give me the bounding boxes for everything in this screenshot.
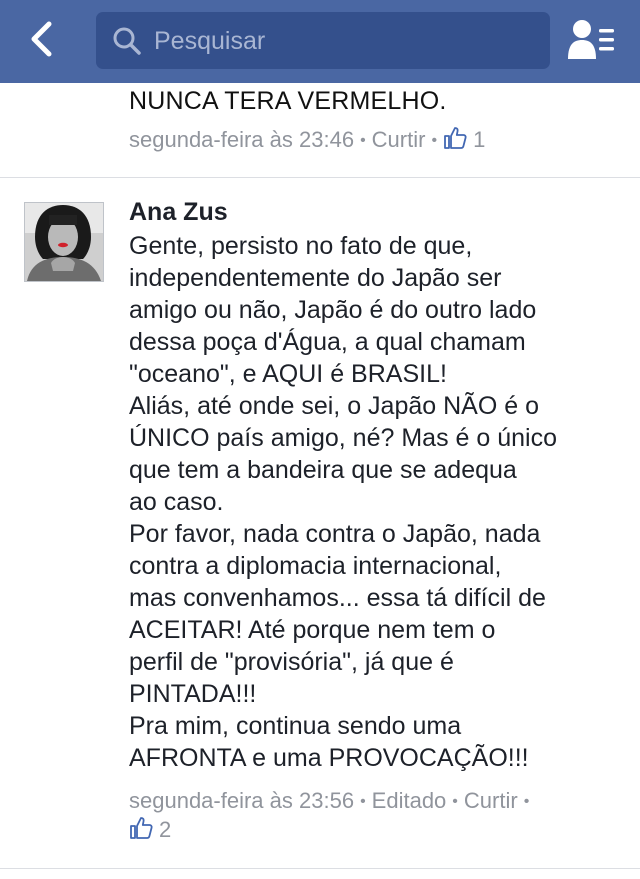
search-icon bbox=[113, 27, 141, 55]
top-navigation-bar bbox=[0, 0, 640, 83]
profile-photo bbox=[25, 203, 103, 281]
chevron-left-icon[interactable] bbox=[22, 18, 66, 62]
like-count[interactable]: 1 bbox=[473, 127, 485, 152]
previous-comment-meta: segunda-feira às 23:46 • Curtir • 1 bbox=[129, 126, 485, 153]
comment-timestamp[interactable]: segunda-feira às 23:46 bbox=[129, 127, 354, 152]
previous-comment-text: NUNCA TERA VERMELHO. bbox=[129, 87, 447, 115]
comment-line: que tem a bandeira que se adequa bbox=[129, 456, 517, 484]
comment-line: dessa poça d'Água, a qual chamam bbox=[129, 328, 526, 356]
like-button[interactable]: Curtir bbox=[464, 788, 518, 813]
comment-line: ao caso. bbox=[129, 488, 224, 516]
comment-body: Gente, persisto no fato de que, independ… bbox=[129, 230, 624, 774]
avatar[interactable] bbox=[24, 202, 104, 282]
comment-likes: 2 bbox=[129, 816, 171, 843]
comment-line: contra a diplomacia internacional, bbox=[129, 552, 502, 580]
comment-line: perfil de "provisória", já que é bbox=[129, 648, 454, 676]
like-button[interactable]: Curtir bbox=[372, 127, 426, 152]
search-box[interactable] bbox=[96, 12, 550, 69]
comment-line: PINTADA!!! bbox=[129, 680, 257, 708]
comment-line: Por favor, nada contra o Japão, nada bbox=[129, 520, 541, 548]
comment-line: Pra mim, continua sendo uma bbox=[129, 712, 462, 740]
comment-meta: segunda-feira às 23:56 • Editado • Curtir • bbox=[129, 788, 535, 814]
comment-line: independentemente do Japão ser bbox=[129, 264, 502, 292]
thumbs-up-icon[interactable] bbox=[129, 816, 153, 840]
previous-comment: NUNCA TERA VERMELHO. segunda-feira às 23… bbox=[0, 83, 640, 178]
comment-line: Gente, persisto no fato de que, bbox=[129, 232, 473, 260]
friend-requests-icon[interactable] bbox=[566, 17, 616, 63]
comment: Ana Zus Gente, persisto no fato de que, … bbox=[0, 178, 640, 869]
comment-timestamp[interactable]: segunda-feira às 23:56 bbox=[129, 788, 354, 813]
comment-line: Aliás, até onde sei, o Japão NÃO é o bbox=[129, 392, 539, 420]
comment-line: "oceano", e AQUI é BRASIL! bbox=[129, 360, 447, 388]
comment-line: AFRONTA e uma PROVOCAÇÃO!!! bbox=[129, 744, 529, 772]
separator-dot: • bbox=[452, 793, 458, 810]
edited-label[interactable]: Editado bbox=[372, 788, 447, 813]
comment-line: ACEITAR! Até porque nem tem o bbox=[129, 616, 496, 644]
separator-dot: • bbox=[360, 793, 366, 810]
separator-dot: • bbox=[523, 793, 530, 810]
search-input[interactable] bbox=[152, 18, 536, 64]
comment-author[interactable]: Ana Zus bbox=[129, 198, 228, 227]
like-count[interactable]: 2 bbox=[159, 817, 171, 842]
thumbs-up-icon[interactable] bbox=[443, 126, 467, 150]
comment-line: amigo ou não, Japão é do outro lado bbox=[129, 296, 537, 324]
separator-dot: • bbox=[360, 132, 366, 149]
comment-line: mas convenhamos... essa tá difícil de bbox=[129, 584, 546, 612]
separator-dot: • bbox=[431, 132, 438, 149]
comment-line: ÚNICO país amigo, né? Mas é o único bbox=[129, 424, 557, 452]
